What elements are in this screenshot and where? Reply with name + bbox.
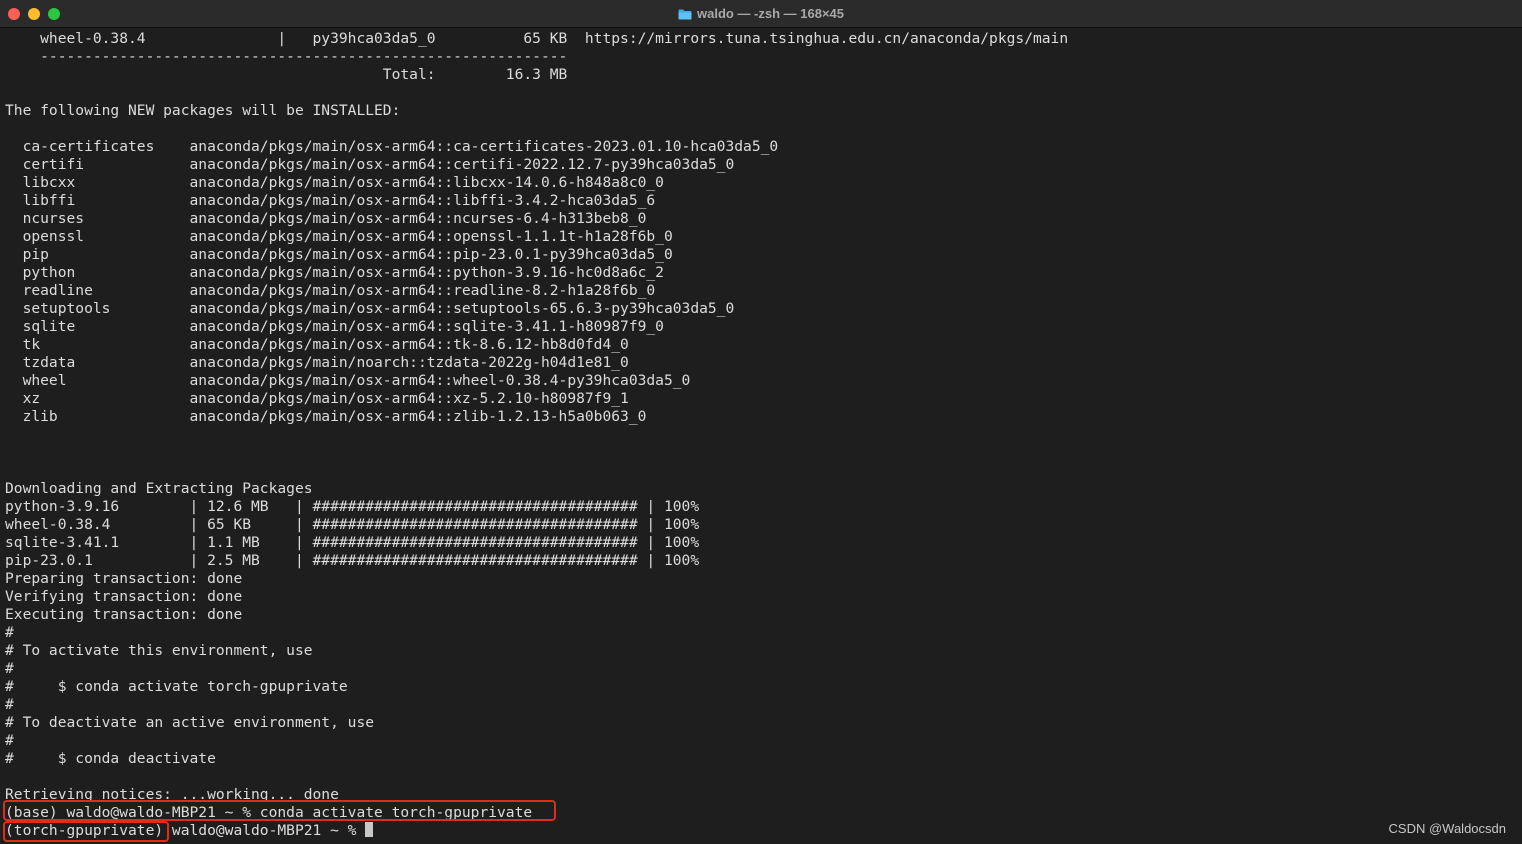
highlight-activate-command xyxy=(3,800,556,821)
terminal-line: The following NEW packages will be INSTA… xyxy=(5,102,401,119)
terminal-line: xz anaconda/pkgs/main/osx-arm64::xz-5.2.… xyxy=(5,390,629,407)
terminal-line: ----------------------------------------… xyxy=(5,48,568,65)
terminal-line: # $ conda activate torch-gpuprivate xyxy=(5,678,348,695)
terminal-line: ca-certificates anaconda/pkgs/main/osx-a… xyxy=(5,138,779,155)
terminal-line: libcxx anaconda/pkgs/main/osx-arm64::lib… xyxy=(5,174,664,191)
terminal-line: # xyxy=(5,660,14,677)
terminal-line: ncurses anaconda/pkgs/main/osx-arm64::nc… xyxy=(5,210,647,227)
terminal-line: Total: 16.3 MB xyxy=(5,66,568,83)
terminal-output[interactable]: wheel-0.38.4 | py39hca03da5_0 65 KB http… xyxy=(5,30,1517,842)
terminal-line: wheel-0.38.4 | py39hca03da5_0 65 KB http… xyxy=(5,30,1069,47)
terminal-line: wheel-0.38.4 | 65 KB | #################… xyxy=(5,516,700,533)
terminal-line: setuptools anaconda/pkgs/main/osx-arm64:… xyxy=(5,300,735,317)
terminal-line: Verifying transaction: done xyxy=(5,588,243,605)
terminal-line: Downloading and Extracting Packages xyxy=(5,480,313,497)
watermark: CSDN @Waldocsdn xyxy=(1388,821,1506,836)
terminal-line: zlib anaconda/pkgs/main/osx-arm64::zlib-… xyxy=(5,408,647,425)
terminal-line: sqlite anaconda/pkgs/main/osx-arm64::sql… xyxy=(5,318,664,335)
terminal-line: tzdata anaconda/pkgs/main/noarch::tzdata… xyxy=(5,354,629,371)
window-title: waldo — -zsh — 168×45 xyxy=(696,6,845,21)
terminal-line: pip-23.0.1 | 2.5 MB | ##################… xyxy=(5,552,700,569)
title-bar[interactable]: waldo — -zsh — 168×45 xyxy=(0,0,1522,28)
window-title-area: waldo — -zsh — 168×45 xyxy=(0,0,1522,27)
terminal-line: # xyxy=(5,624,14,641)
terminal-line: # $ conda deactivate xyxy=(5,750,216,767)
terminal-line: Executing transaction: done xyxy=(5,606,243,623)
terminal-line: libffi anaconda/pkgs/main/osx-arm64::lib… xyxy=(5,192,656,209)
text-cursor xyxy=(365,822,374,837)
folder-icon xyxy=(678,8,692,20)
terminal-line: pip anaconda/pkgs/main/osx-arm64::pip-23… xyxy=(5,246,673,263)
terminal-line: certifi anaconda/pkgs/main/osx-arm64::ce… xyxy=(5,156,735,173)
terminal-line: # xyxy=(5,696,14,713)
terminal-line: # xyxy=(5,732,14,749)
prompt-line[interactable]: (torch-gpuprivate) waldo@waldo-MBP21 ~ % xyxy=(5,822,1517,840)
terminal-line: openssl anaconda/pkgs/main/osx-arm64::op… xyxy=(5,228,673,245)
highlight-env-name xyxy=(3,821,169,842)
terminal-line: # To activate this environment, use xyxy=(5,642,313,659)
terminal-line: # To deactivate an active environment, u… xyxy=(5,714,375,731)
terminal-line: sqlite-3.41.1 | 1.1 MB | ###############… xyxy=(5,534,700,551)
terminal-line: tk anaconda/pkgs/main/osx-arm64::tk-8.6.… xyxy=(5,336,629,353)
terminal-line: Preparing transaction: done xyxy=(5,570,243,587)
terminal-line: python anaconda/pkgs/main/osx-arm64::pyt… xyxy=(5,264,664,281)
terminal-line: python-3.9.16 | 12.6 MB | ##############… xyxy=(5,498,700,515)
terminal-window: waldo — -zsh — 168×45 wheel-0.38.4 | py3… xyxy=(0,0,1522,844)
terminal-line: wheel anaconda/pkgs/main/osx-arm64::whee… xyxy=(5,372,691,389)
terminal-line: readline anaconda/pkgs/main/osx-arm64::r… xyxy=(5,282,656,299)
